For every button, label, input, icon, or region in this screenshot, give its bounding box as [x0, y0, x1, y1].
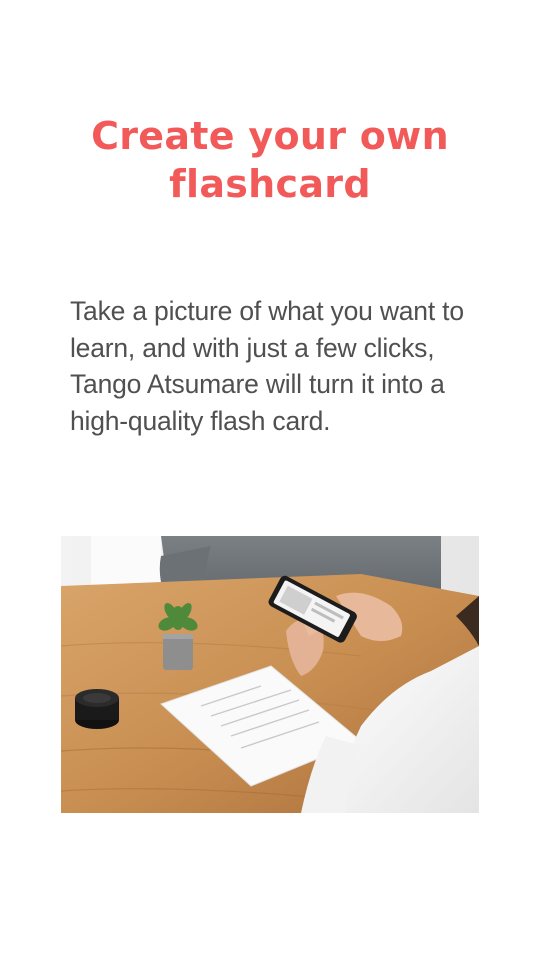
feature-photo [61, 536, 479, 813]
photo-illustration [61, 536, 479, 813]
feature-description: Take a picture of what you want to learn… [70, 296, 464, 436]
page-title: Create your own flashcard [91, 114, 449, 206]
